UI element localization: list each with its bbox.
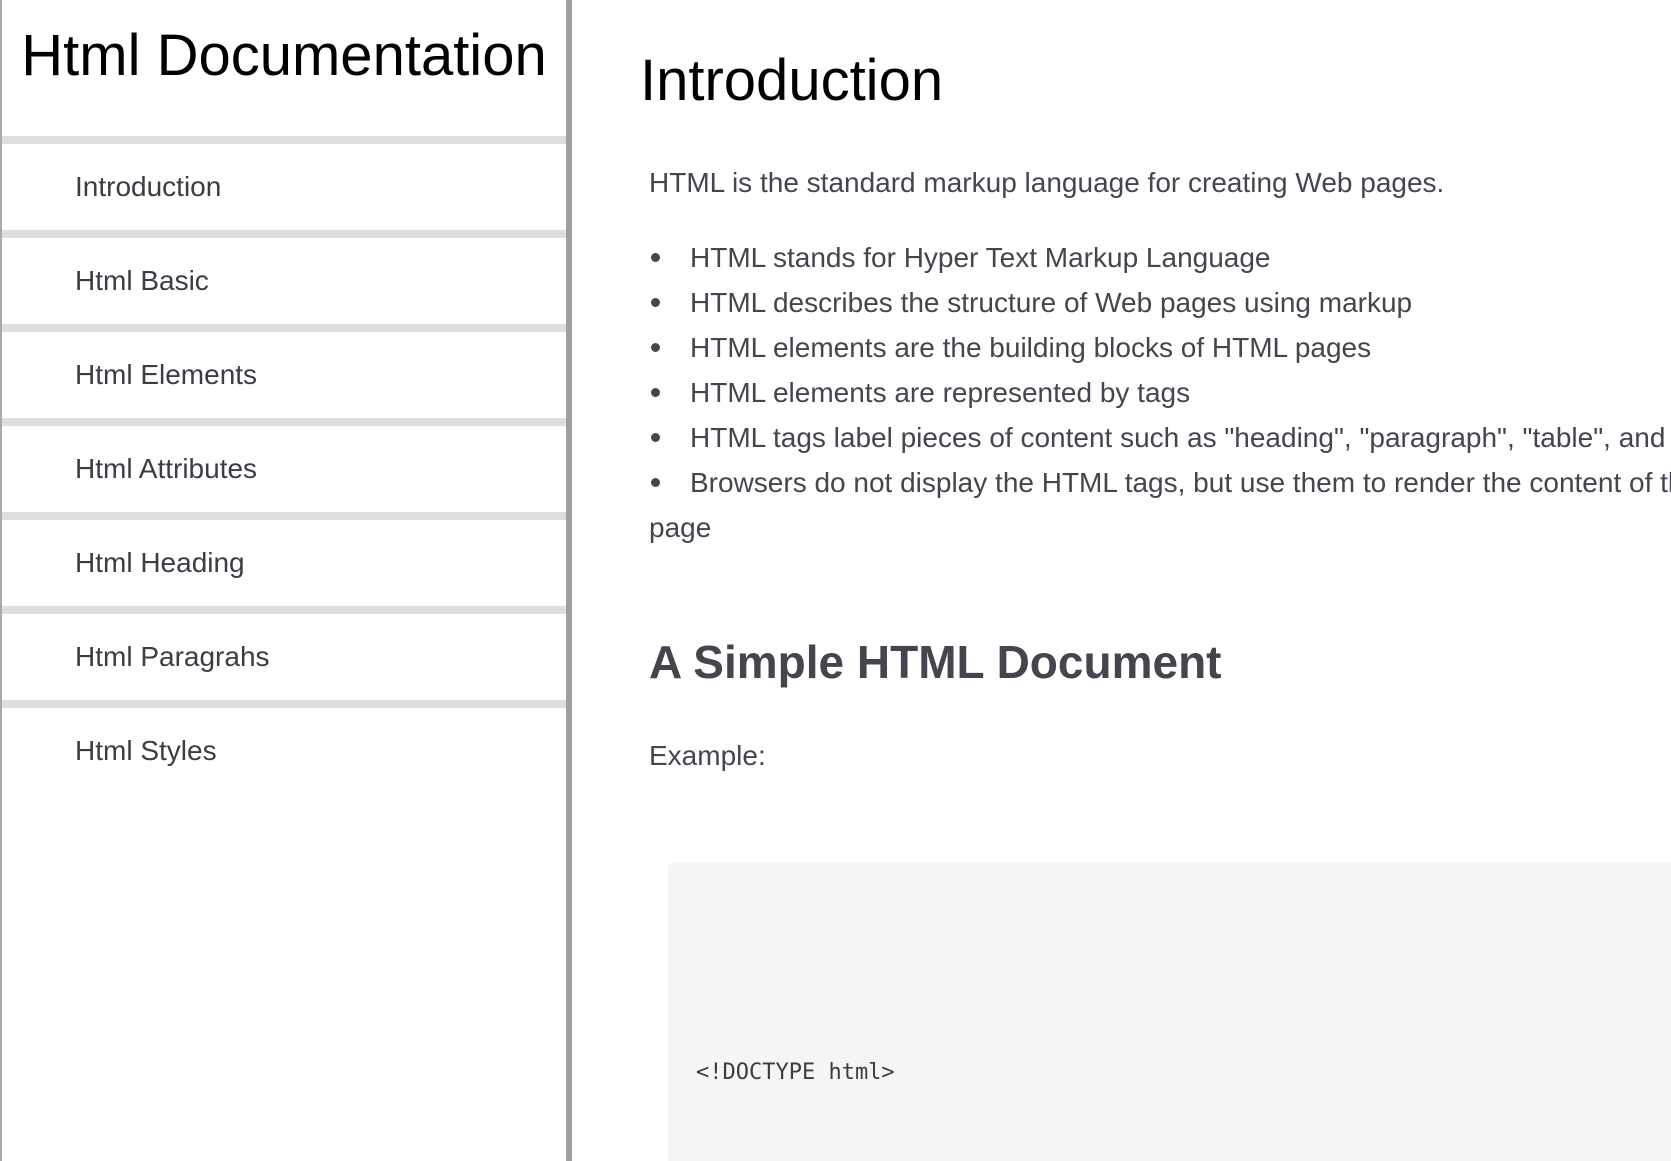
navbar-header: Html Documentation — [21, 23, 547, 88]
bullet-list: HTML stands for Hyper Text Markup Langua… — [649, 235, 1671, 550]
nav-item: Html Elements — [2, 324, 566, 418]
nav-link-introduction[interactable]: Introduction — [2, 136, 566, 230]
nav-list: Introduction Html Basic Html Elements Ht… — [2, 136, 566, 794]
bullet-item: HTML tags label pieces of content such a… — [649, 415, 1671, 460]
intro-paragraph: HTML is the standard markup language for… — [649, 167, 1445, 198]
section-title: Introduction — [640, 48, 944, 113]
bullet-icon — [651, 388, 660, 397]
nav-item: Html Paragrahs — [2, 606, 566, 700]
example-label: Example: — [649, 740, 766, 771]
bullet-item: HTML elements are represented by tags — [649, 370, 1671, 415]
bullet-text: HTML elements are represented by tags — [690, 377, 1191, 408]
nav-link-html-basic[interactable]: Html Basic — [2, 230, 566, 324]
nav-item: Html Styles — [2, 700, 566, 794]
navbar: Html Documentation Introduction Html Bas… — [0, 0, 572, 1161]
bullet-text: HTML tags label pieces of content such a… — [690, 422, 1671, 453]
nav-link-html-heading[interactable]: Html Heading — [2, 512, 566, 606]
nav-item: Html Heading — [2, 512, 566, 606]
bullet-item: HTML describes the structure of Web page… — [649, 280, 1671, 325]
bullet-icon — [651, 433, 660, 442]
section-body: HTML is the standard markup language for… — [649, 160, 1671, 550]
bullet-icon — [651, 478, 660, 487]
bullet-icon — [651, 253, 660, 262]
bullet-icon — [651, 343, 660, 352]
bullet-icon — [651, 298, 660, 307]
bullet-text: HTML describes the structure of Web page… — [690, 287, 1413, 318]
code-line: <!DOCTYPE html> — [696, 1060, 895, 1085]
subheading: A Simple HTML Document — [649, 636, 1222, 688]
nav-item: Introduction — [2, 136, 566, 230]
bullet-item: HTML stands for Hyper Text Markup Langua… — [649, 235, 1671, 280]
code-block: <!DOCTYPE html> — [668, 862, 1671, 1161]
nav-item: Html Attributes — [2, 418, 566, 512]
nav-link-html-elements[interactable]: Html Elements — [2, 324, 566, 418]
main-content: Introduction HTML is the standard markup… — [572, 0, 1671, 1161]
bullet-text: HTML elements are the building blocks of… — [690, 332, 1372, 363]
nav-link-html-paragrahs[interactable]: Html Paragrahs — [2, 606, 566, 700]
bullet-text: Browsers do not display the HTML tags, b… — [649, 467, 1671, 543]
nav-link-html-styles[interactable]: Html Styles — [2, 700, 566, 794]
bullet-text: HTML stands for Hyper Text Markup Langua… — [690, 242, 1271, 273]
bullet-item: HTML elements are the building blocks of… — [649, 325, 1671, 370]
nav-link-html-attributes[interactable]: Html Attributes — [2, 418, 566, 512]
bullet-item: Browsers do not display the HTML tags, b… — [649, 460, 1671, 550]
nav-item: Html Basic — [2, 230, 566, 324]
